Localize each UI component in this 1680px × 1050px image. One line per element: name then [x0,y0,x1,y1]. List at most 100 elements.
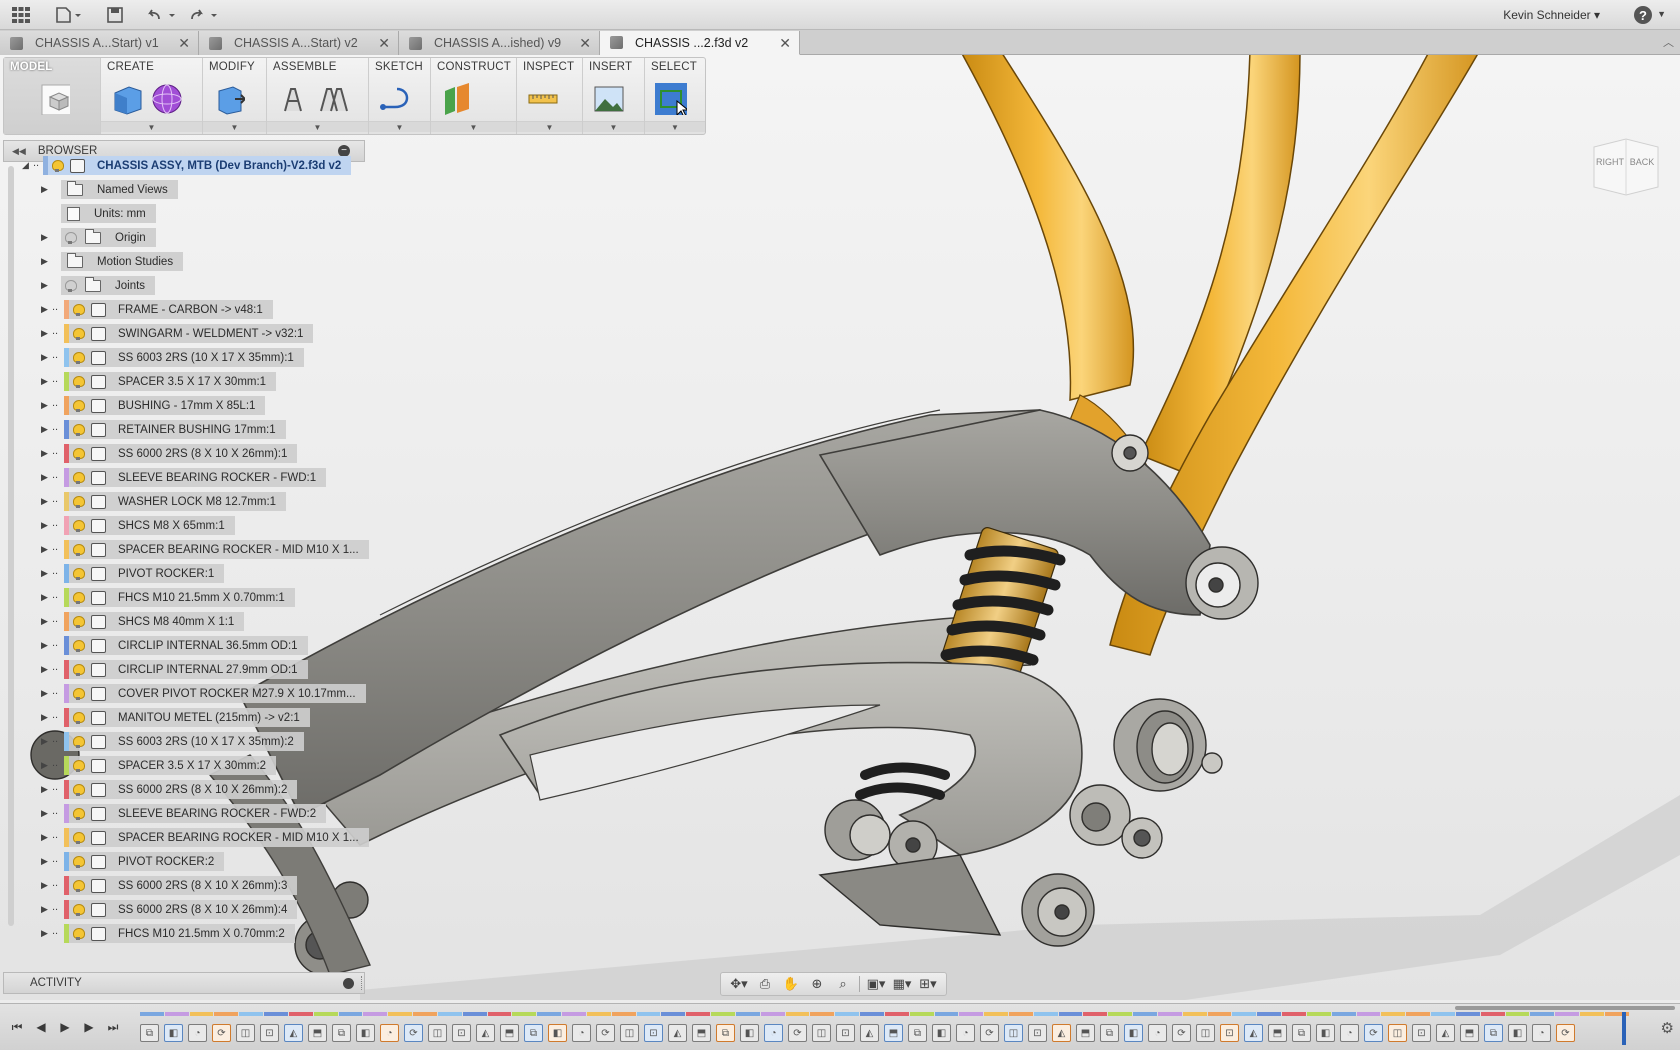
timeline-feature-icon[interactable]: ⬒ [500,1024,519,1042]
component-node[interactable]: SPACER 3.5 X 17 X 30mm:2 [64,756,277,775]
viewcube[interactable]: RIGHT BACK [1590,137,1662,197]
apps-grid-icon[interactable] [10,5,32,25]
collapse-panel-icon[interactable]: ◀◀ [12,146,26,157]
timeline-feature-icon[interactable]: ⟳ [1556,1024,1575,1042]
component-node[interactable]: MANITOU METEL (215mm) -> v2:1 [64,708,310,727]
timeline-feature-icon[interactable]: ◫ [1004,1024,1023,1042]
visibility-bulb-icon[interactable] [73,687,85,700]
timeline-feature-icon[interactable]: ⬒ [692,1024,711,1042]
timeline-feature-icon[interactable]: ⊡ [836,1024,855,1042]
tree-row-component[interactable]: ▶.. CIRCLIP INTERNAL 27.9mm OD:1 [3,660,365,679]
component-node[interactable]: SLEEVE BEARING ROCKER - FWD:1 [64,468,327,487]
expand-toggle-icon[interactable]: ▶ [41,640,48,651]
tree-row-component[interactable]: ▶.. COVER PIVOT ROCKER M27.9 X 10.17mm... [3,684,366,703]
timeline-feature-icon[interactable]: ◧ [740,1024,759,1042]
timeline-feature-icon[interactable]: ◧ [356,1024,375,1042]
timeline-feature-icon[interactable]: ⬒ [1268,1024,1287,1042]
component-node[interactable]: FHCS M10 21.5mm X 0.70mm:1 [64,588,295,607]
tree-row-root[interactable]: ◢.. CHASSIS ASSY, MTB (Dev Branch)-V2.f3d… [3,156,365,175]
expand-toggle-icon[interactable]: ▶ [41,376,48,387]
step-forward-icon[interactable]: ▶ [80,1019,98,1035]
look-at-icon[interactable]: ⎙ [755,975,775,993]
modify-dropdown-icon[interactable]: ▼ [203,121,266,132]
timeline-feature-icon[interactable]: ◭ [860,1024,879,1042]
visibility-bulb-icon[interactable] [73,927,85,940]
expand-toggle-icon[interactable]: ▶ [41,544,48,555]
timeline-feature-icon[interactable]: ◧ [164,1024,183,1042]
expand-toggle-icon[interactable]: ▶ [41,520,48,531]
pan-icon[interactable]: ✋ [781,975,801,993]
grid-settings-icon[interactable]: ▦▾ [892,975,912,993]
component-node[interactable]: SS 6000 2RS (8 X 10 X 26mm):4 [64,900,298,919]
timeline-feature-icon[interactable]: ◫ [1196,1024,1215,1042]
tree-row-folder[interactable]: ▶ Origin [3,228,365,247]
expand-toggle-icon[interactable]: ▶ [41,592,48,603]
timeline-feature-icon[interactable]: ◔ [764,1024,783,1042]
timeline-feature-icon[interactable]: ◭ [1052,1024,1071,1042]
create-dropdown-icon[interactable]: ▼ [101,121,202,132]
tree-row-folder[interactable]: ▶ Joints [3,276,365,295]
timeline-feature-icon[interactable]: ⟳ [980,1024,999,1042]
redo-icon[interactable] [188,5,222,25]
expand-toggle-icon[interactable]: ▶ [41,400,48,411]
tree-row-component[interactable]: ▶.. PIVOT ROCKER:2 [3,852,365,871]
tree-row-component[interactable]: ▶.. SS 6003 2RS (10 X 17 X 35mm):2 [3,732,365,751]
component-node[interactable]: SHCS M8 40mm X 1:1 [64,612,245,631]
component-node[interactable]: SS 6003 2RS (10 X 17 X 35mm):2 [64,732,304,751]
press-pull-icon[interactable] [213,83,245,115]
visibility-bulb-icon[interactable] [73,831,85,844]
select-dropdown-icon[interactable]: ▼ [645,121,705,132]
file-menu-icon[interactable] [54,5,84,25]
timeline-feature-icon[interactable]: ⧉ [716,1024,735,1042]
tree-row-component[interactable]: ▶.. FRAME - CARBON -> v48:1 [3,300,365,319]
timeline-feature-icon[interactable]: ◔ [572,1024,591,1042]
timeline-feature-icon[interactable]: ◭ [1244,1024,1263,1042]
folder-node[interactable]: Units: mm [61,204,156,223]
expand-toggle-icon[interactable]: ▶ [41,736,48,747]
timeline-feature-icon[interactable]: ⊡ [1220,1024,1239,1042]
expand-toggle-icon[interactable]: ▶ [41,304,48,315]
expand-toggle-icon[interactable]: ▶ [41,856,48,867]
close-icon[interactable]: ✕ [779,35,791,52]
timeline-feature-icon[interactable]: ⟳ [212,1024,231,1042]
tree-row-component[interactable]: ▶.. SWINGARM - WELDMENT -> v32:1 [3,324,365,343]
visibility-bulb-icon[interactable] [73,759,85,772]
timeline-feature-icon[interactable]: ⧉ [524,1024,543,1042]
timeline-feature-icon[interactable]: ◭ [1436,1024,1455,1042]
visibility-bulb-icon[interactable] [73,303,85,316]
timeline-feature-icon[interactable]: ⬒ [1076,1024,1095,1042]
step-back-icon[interactable]: ◀ [32,1019,50,1035]
visibility-bulb-icon[interactable] [73,591,85,604]
insert-dropdown-icon[interactable]: ▼ [583,121,644,132]
save-icon[interactable] [104,5,126,25]
display-settings-icon[interactable]: ▣▾ [866,975,886,993]
tree-row-component[interactable]: ▶.. PIVOT ROCKER:1 [3,564,365,583]
viewcube-right-face[interactable]: RIGHT [1594,157,1626,167]
inspect-group[interactable]: INSPECT ▼ [517,58,583,134]
component-node[interactable]: SS 6000 2RS (8 X 10 X 26mm):1 [64,444,298,463]
timeline-feature-icon[interactable]: ⧉ [140,1024,159,1042]
expand-toggle-icon[interactable]: ▶ [41,880,48,891]
assemble-dropdown-icon[interactable]: ▼ [267,121,368,132]
visibility-bulb-icon[interactable] [73,543,85,556]
visibility-bulb-icon[interactable] [73,615,85,628]
visibility-bulb-icon[interactable] [73,807,85,820]
root-node[interactable]: CHASSIS ASSY, MTB (Dev Branch)-V2.f3d v2 [43,156,352,175]
visibility-bulb-icon[interactable] [65,231,77,244]
folder-node[interactable]: Origin [61,228,156,247]
expand-toggle-icon[interactable]: ▶ [41,352,48,363]
construct-group[interactable]: CONSTRUCT ▼ [431,58,517,134]
timeline-feature-icon[interactable]: ◭ [476,1024,495,1042]
tree-row-component[interactable]: ▶.. SPACER BEARING ROCKER - MID M10 X 1..… [3,540,369,559]
timeline-feature-icon[interactable]: ◔ [188,1024,207,1042]
orbit-icon[interactable]: ✥▾ [729,975,749,993]
folder-node[interactable]: Joints [61,276,156,295]
expand-toggle-icon[interactable]: ▶ [41,784,48,795]
timeline-feature-icon[interactable]: ◔ [1340,1024,1359,1042]
timeline-feature-icon[interactable]: ◫ [1388,1024,1407,1042]
folder-node[interactable]: Named Views [61,180,178,199]
tree-row-component[interactable]: ▶.. FHCS M10 21.5mm X 0.70mm:1 [3,588,365,607]
sketch-dropdown-icon[interactable]: ▼ [369,121,430,132]
visibility-bulb-icon[interactable] [73,567,85,580]
fit-icon[interactable]: ⌕ [833,975,853,993]
